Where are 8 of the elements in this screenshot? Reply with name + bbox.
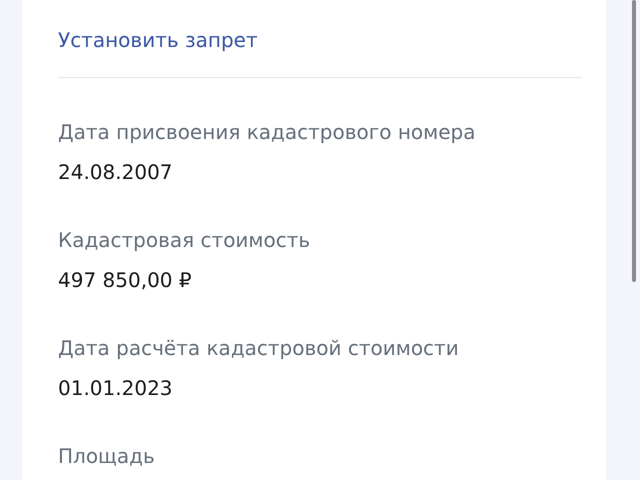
set-ban-link[interactable]: Установить запрет (58, 26, 258, 54)
field-label: Площадь (58, 443, 156, 470)
field-value: 24.08.2007 (58, 159, 174, 186)
field-label: Кадастровая стоимость (58, 227, 312, 254)
field-value: 497 850,00 ₽ (58, 267, 193, 294)
field-value: 01.01.2023 (58, 375, 174, 402)
field-label: Дата расчёта кадастровой стоимости (58, 335, 460, 362)
field-label: Дата присвоения кадастрового номера (58, 119, 476, 146)
